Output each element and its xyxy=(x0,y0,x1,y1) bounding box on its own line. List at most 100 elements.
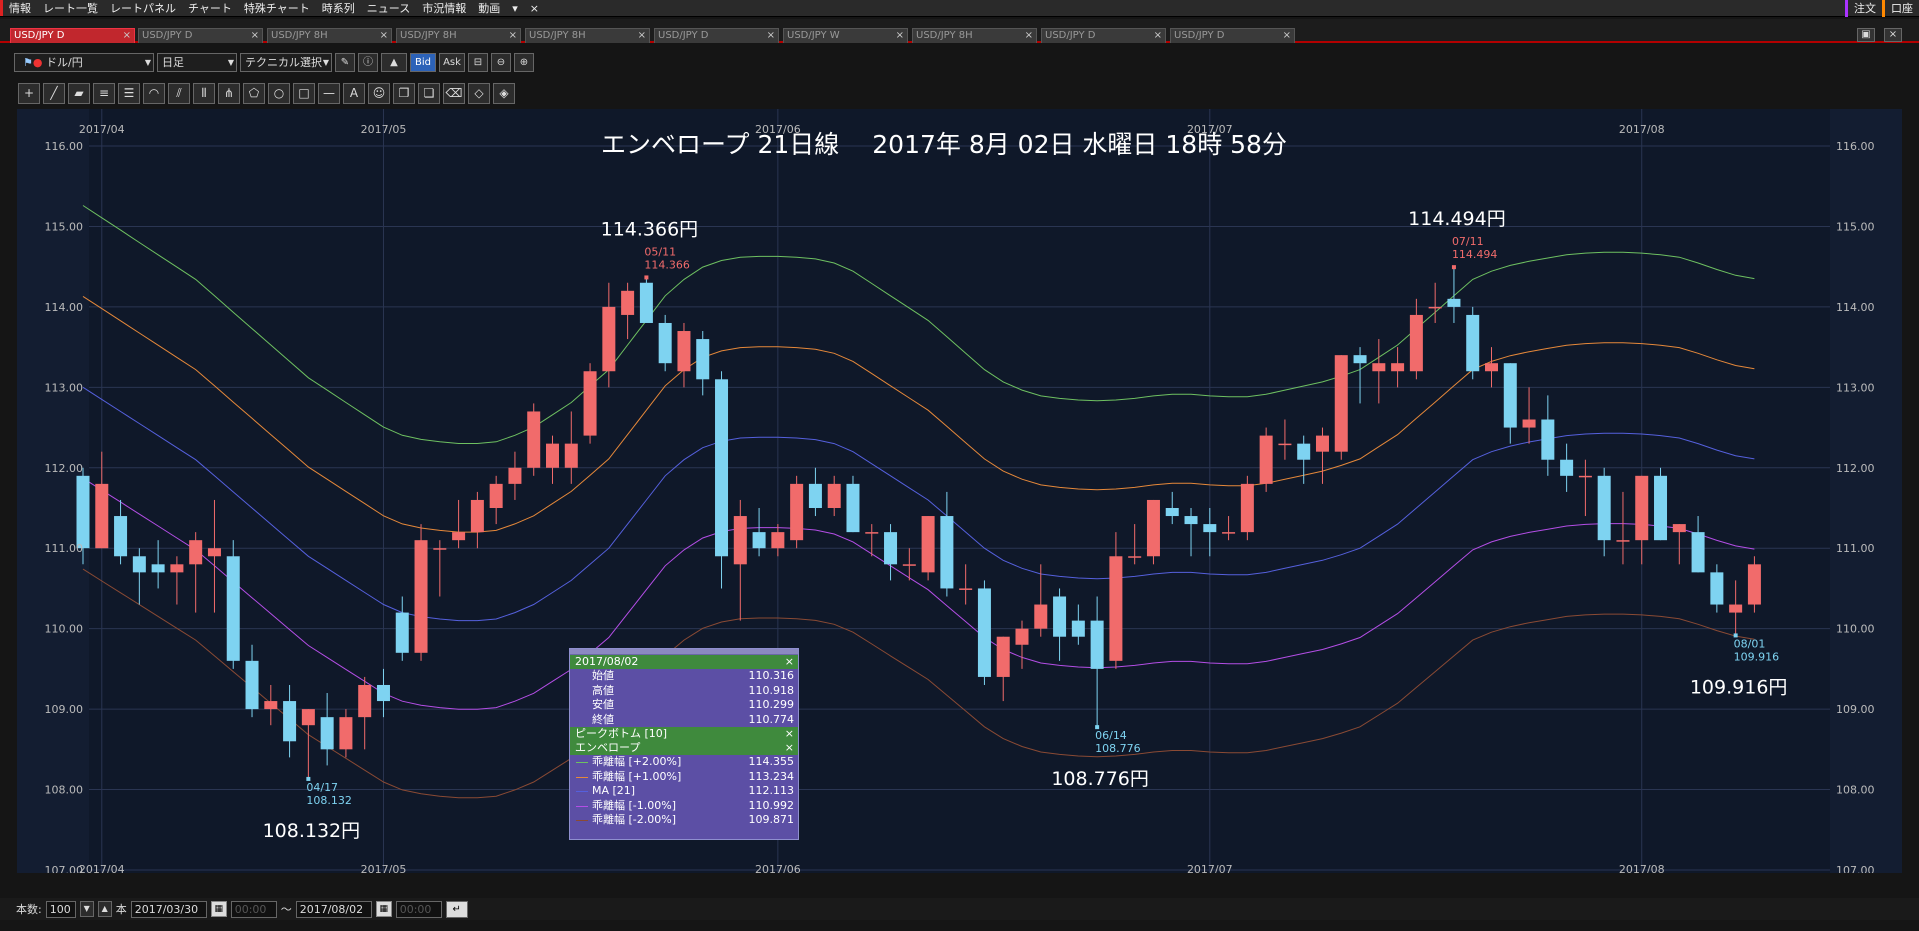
ruler-icon[interactable]: ▰ xyxy=(68,82,90,104)
zoom-out-icon[interactable]: ⊖ xyxy=(491,52,511,72)
info-icon[interactable]: ⓘ xyxy=(358,52,378,72)
data-window[interactable]: 2017/08/02 × 始値 110.316 高値 110.918 安値 110.29… xyxy=(569,648,799,840)
candle-body xyxy=(395,612,409,653)
icon-stamp-icon[interactable]: ☺ xyxy=(368,82,390,104)
tab-usdjpy-d[interactable]: USD/JPY D × xyxy=(1041,28,1166,43)
fan-icon[interactable]: ⫽ xyxy=(168,82,190,104)
calendar-icon[interactable]: ▦ xyxy=(375,901,392,917)
menu-close-icon[interactable]: × xyxy=(524,2,545,15)
tab-usdjpy-d[interactable]: USD/JPY D × xyxy=(138,28,263,43)
candle-body xyxy=(1503,363,1517,428)
menu-news[interactable]: ニュース xyxy=(361,0,416,16)
ask-button[interactable]: Ask xyxy=(439,52,465,72)
tab-usdjpy-d-active[interactable]: USD/JPY D × xyxy=(10,28,135,43)
menu-chart[interactable]: チャート xyxy=(182,0,238,16)
pitchfork-icon[interactable]: ⋔ xyxy=(218,82,240,104)
close-icon[interactable]: × xyxy=(1025,29,1033,43)
peak-price-label: 108.776円 xyxy=(1051,768,1149,790)
menu-rate-list[interactable]: レート一覧 xyxy=(37,0,104,16)
tab-usdjpy-d[interactable]: USD/JPY D × xyxy=(654,28,779,43)
delete-drawing-icon[interactable]: ⌫ xyxy=(443,82,465,104)
menu-rate-panel[interactable]: レートパネル xyxy=(104,0,182,16)
tab-usdjpy-8h[interactable]: USD/JPY 8H × xyxy=(912,28,1037,43)
tab-usdjpy-d[interactable]: USD/JPY D × xyxy=(1170,28,1295,43)
fibonacci-icon[interactable]: ☰ xyxy=(118,82,140,104)
refresh-icon[interactable]: ↵ xyxy=(445,900,468,918)
candle-body xyxy=(1654,475,1668,541)
candle-body xyxy=(1541,419,1555,460)
period-select[interactable]: 日足 ▼ xyxy=(157,52,237,72)
close-icon[interactable]: × xyxy=(896,29,904,43)
legend-swatch xyxy=(576,791,588,792)
zoom-in-icon[interactable]: ⊕ xyxy=(514,52,534,72)
start-date-input[interactable]: 2017/03/30 xyxy=(130,900,207,918)
close-icon[interactable]: × xyxy=(785,741,794,755)
rectangle-icon[interactable]: □ xyxy=(293,82,315,104)
currency-select[interactable]: ⚑● ドル/円 ▼ xyxy=(14,52,154,72)
tab-usdjpy-w[interactable]: USD/JPY W × xyxy=(783,28,908,43)
end-date-input[interactable]: 2017/08/02 xyxy=(295,900,372,918)
candlestick-chart[interactable]: 116.00 116.00 115.00 115.00 114.00 114.00 113.… xyxy=(17,109,1902,873)
start-time-input[interactable]: 00:00 xyxy=(230,900,277,918)
close-icon[interactable]: × xyxy=(123,29,131,43)
tab-usdjpy-8h[interactable]: USD/JPY 8H × xyxy=(525,28,650,43)
hline-icon[interactable]: — xyxy=(318,82,340,104)
close-icon[interactable]: × xyxy=(767,29,775,43)
candle-body xyxy=(846,483,860,533)
vertical-lines-icon[interactable]: ⦀ xyxy=(193,82,215,104)
count-down-icon[interactable]: ▼ xyxy=(79,901,94,917)
account-button[interactable]: 口座 xyxy=(1882,0,1919,17)
peak-date-label: 04/17 xyxy=(306,781,338,794)
close-icon[interactable]: × xyxy=(785,727,794,741)
horizontal-lines-icon[interactable]: ≡ xyxy=(93,82,115,104)
arc-icon[interactable]: ◠ xyxy=(143,82,165,104)
circle-icon[interactable]: ○ xyxy=(268,82,290,104)
count-up-icon[interactable]: ▲ xyxy=(97,901,112,917)
maximize-icon[interactable]: ▣ xyxy=(1857,28,1875,42)
paste-icon[interactable]: ❏ xyxy=(418,82,440,104)
candle-body xyxy=(546,443,559,468)
copy-icon[interactable]: ❐ xyxy=(393,82,415,104)
pen-icon[interactable]: ✎ xyxy=(335,52,355,72)
jp-flag-icon: ● xyxy=(32,55,43,69)
eraser-icon[interactable]: ◇ xyxy=(468,82,490,104)
polygon-icon[interactable]: ⬠ xyxy=(243,82,265,104)
menu-dropdown-icon[interactable]: ▾ xyxy=(506,2,524,15)
candle-body xyxy=(1165,508,1179,517)
close-icon[interactable]: × xyxy=(638,29,646,43)
menu-info[interactable]: 情報 xyxy=(0,0,37,16)
candle-body xyxy=(1747,564,1761,605)
end-time-input[interactable]: 00:00 xyxy=(395,900,442,918)
menu-special-chart[interactable]: 特殊チャート xyxy=(238,0,316,16)
candle-body xyxy=(1466,314,1480,372)
tab-usdjpy-8h[interactable]: USD/JPY 8H × xyxy=(396,28,521,43)
count-input[interactable]: 100 xyxy=(45,900,76,918)
close-icon[interactable]: × xyxy=(785,655,794,669)
candle-body xyxy=(1485,363,1498,372)
scale-icon[interactable]: ⊟ xyxy=(468,52,488,72)
calendar-icon[interactable]: ▦ xyxy=(210,901,227,917)
candle xyxy=(226,540,240,669)
candle-body xyxy=(226,556,240,661)
area-chart-icon[interactable]: ▲ xyxy=(381,52,407,72)
close-icon[interactable]: × xyxy=(1283,29,1291,43)
order-button[interactable]: 注文 xyxy=(1845,0,1882,17)
menu-time-series[interactable]: 時系列 xyxy=(316,0,361,16)
env-key: 乖離幅 [-1.00%] xyxy=(592,798,676,812)
bid-button[interactable]: Bid xyxy=(410,52,436,72)
trendline-icon[interactable]: ╱ xyxy=(43,82,65,104)
crosshair-icon[interactable]: + xyxy=(18,82,40,104)
menu-video[interactable]: 動画 xyxy=(472,0,506,16)
eraser-all-icon[interactable]: ◈ xyxy=(493,82,515,104)
close-icon[interactable]: × xyxy=(251,29,259,43)
close-icon[interactable]: × xyxy=(1154,29,1162,43)
x-tick-label-top: 2017/05 xyxy=(361,123,407,136)
technical-select[interactable]: テクニカル選択 ▼ xyxy=(240,52,332,72)
close-window-icon[interactable]: × xyxy=(1884,28,1902,42)
close-icon[interactable]: × xyxy=(509,29,517,43)
tab-usdjpy-8h[interactable]: USD/JPY 8H × xyxy=(267,28,392,43)
close-icon[interactable]: × xyxy=(380,29,388,43)
tab-label: USD/JPY 8H xyxy=(916,30,973,41)
text-icon[interactable]: A xyxy=(343,82,365,104)
menu-market-info[interactable]: 市況情報 xyxy=(416,0,472,16)
